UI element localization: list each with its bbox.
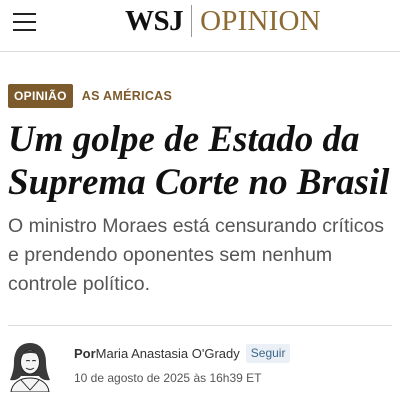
- author-avatar: [10, 343, 50, 392]
- hamburger-menu-icon[interactable]: [13, 12, 36, 32]
- byline: Por Maria Anastasia O'Grady Seguir: [74, 344, 291, 363]
- logo-wsj: WSJ: [125, 4, 184, 37]
- byline-divider: [8, 325, 392, 326]
- site-header: WSJ OPINION: [0, 0, 400, 52]
- publish-timestamp: 10 de agosto de 2025 às 16h39 ET: [74, 371, 262, 385]
- byline-prefix: Por: [74, 346, 96, 361]
- author-name-link[interactable]: Maria Anastasia O'Grady: [96, 346, 240, 361]
- article-dek: O ministro Moraes está censurando crític…: [8, 215, 385, 295]
- wsj-opinion-logo[interactable]: WSJ OPINION: [125, 3, 321, 39]
- article-headline: Um golpe de Estado da Suprema Corte no B…: [8, 119, 390, 203]
- section-flag: OPINIÃO AS AMÉRICAS: [8, 84, 172, 108]
- column-link[interactable]: AS AMÉRICAS: [82, 89, 172, 103]
- opinion-badge: OPINIÃO: [8, 84, 73, 108]
- logo-opinion: OPINION: [200, 4, 321, 37]
- menu-bar: [13, 13, 36, 15]
- menu-bar: [13, 21, 36, 23]
- menu-bar: [13, 29, 36, 31]
- logo-divider: [191, 5, 193, 37]
- follow-button[interactable]: Seguir: [245, 344, 291, 363]
